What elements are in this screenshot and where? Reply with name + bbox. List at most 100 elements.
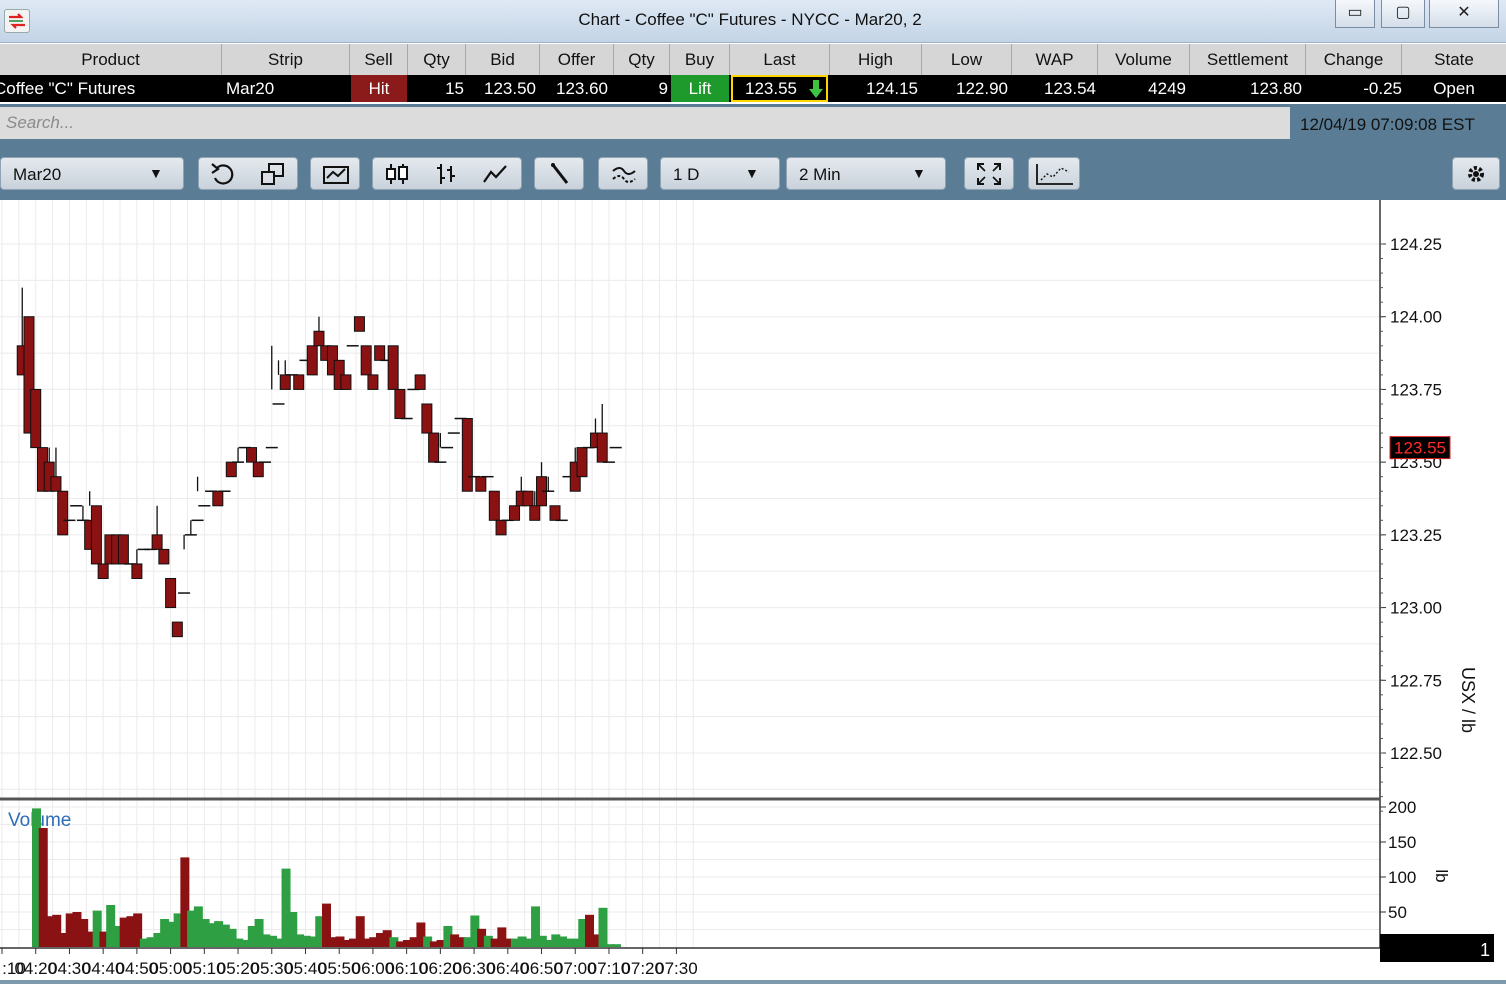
strip-select[interactable]: Mar20 ▼ (0, 157, 184, 190)
candle-down (225, 461, 237, 478)
down-arrow-icon (809, 80, 823, 98)
volume-axis-tick-label: 100 (1388, 868, 1416, 887)
state-cell: Open (1433, 79, 1475, 98)
search-input[interactable] (0, 107, 1290, 139)
price-chart[interactable]: 124.25124.00123.75123.50123.25123.00122.… (0, 200, 1506, 980)
column-last[interactable]: Last (730, 44, 830, 75)
column-wap[interactable]: WAP (1012, 44, 1098, 75)
period-select[interactable]: 1 D ▼ (660, 157, 780, 190)
column-sell[interactable]: Sell (350, 44, 408, 75)
candle-down (293, 374, 305, 390)
volume-bar (598, 907, 608, 947)
candle-down (475, 476, 487, 492)
column-volume[interactable]: Volume (1098, 44, 1190, 75)
candle-down (313, 330, 325, 347)
ohlc-bar-icon[interactable] (433, 162, 459, 186)
interval-select-value: 2 Min (799, 165, 841, 184)
strip-cell: Mar20 (226, 79, 275, 98)
y-axis-tick-label: 123.00 (1390, 599, 1442, 618)
candle-down (306, 345, 318, 376)
candle-down (428, 432, 440, 463)
chart-toolbar: Mar20 ▼ 1 D ▼ 2 Min ▼ (0, 144, 1506, 200)
search-bar: 12/04/19 07:09:08 EST (0, 104, 1506, 144)
lift-button[interactable]: Lift (671, 75, 729, 102)
column-low[interactable]: Low (922, 44, 1012, 75)
candle-down (367, 374, 379, 390)
column-strip[interactable]: Strip (222, 44, 350, 75)
volume-axis-tick-label: 50 (1388, 903, 1407, 922)
column-bid[interactable]: Bid (466, 44, 540, 75)
candle-down (279, 374, 291, 390)
quote-board-header: Product Strip Sell Qty Bid Offer Qty Buy… (0, 44, 1506, 76)
candle-down (509, 505, 521, 521)
close-icon: ✕ (1457, 4, 1471, 21)
column-buy[interactable]: Buy (670, 44, 730, 75)
interval-select[interactable]: 2 Min ▼ (786, 157, 946, 190)
draw-line-button[interactable] (534, 157, 584, 190)
settings-gear-icon (1468, 166, 1484, 182)
column-offer-qty[interactable]: Qty (614, 44, 670, 75)
strip-select-value: Mar20 (13, 165, 62, 184)
settlement-cell: 123.80 (1250, 79, 1302, 98)
candle-down (246, 447, 258, 463)
hit-button[interactable]: Hit (351, 75, 407, 102)
chart-style-button[interactable] (310, 157, 360, 190)
candle-down (340, 374, 352, 390)
wap-cell: 123.54 (1044, 79, 1096, 98)
column-change[interactable]: Change (1306, 44, 1402, 75)
candle-down (171, 621, 183, 638)
column-state[interactable]: State (1402, 44, 1506, 75)
volume-value-box (1380, 934, 1494, 962)
indicator-icon (612, 167, 636, 183)
candle-down (90, 505, 102, 565)
candlestick-icon[interactable] (385, 162, 411, 186)
study-button[interactable] (1028, 157, 1080, 190)
indicator-button[interactable] (598, 157, 648, 190)
y-axis-tick-label: 124.25 (1390, 235, 1442, 254)
line-chart-icon[interactable] (481, 162, 509, 186)
high-cell: 124.15 (866, 79, 918, 98)
minimize-icon: ▭ (1347, 4, 1363, 21)
candle-down (414, 374, 426, 390)
undo-icon[interactable] (209, 162, 237, 186)
maximize-button[interactable]: ▢ (1381, 0, 1425, 28)
expand-button[interactable] (964, 157, 1014, 190)
candle-down (549, 505, 561, 521)
period-select-value: 1 D (673, 165, 700, 184)
column-product[interactable]: Product (0, 44, 222, 75)
close-button[interactable]: ✕ (1429, 0, 1499, 28)
chevron-down-icon: ▼ (149, 165, 163, 181)
candle-down (252, 461, 264, 478)
candle-down (50, 476, 62, 492)
change-cell: -0.25 (1363, 79, 1402, 98)
window-titlebar[interactable]: Chart - Coffee "C" Futures - NYCC - Mar2… (0, 0, 1506, 43)
candle-down (461, 418, 473, 492)
candle-down (212, 490, 224, 507)
volume-axis-label: lb (1432, 869, 1451, 882)
offer-cell[interactable]: 123.60 (540, 75, 608, 102)
clock: 12/04/19 07:09:08 EST (1300, 115, 1475, 134)
column-offer[interactable]: Offer (540, 44, 614, 75)
last-price-label: 123.55 (1394, 439, 1446, 458)
minimize-button[interactable]: ▭ (1335, 0, 1375, 28)
column-settlement[interactable]: Settlement (1190, 44, 1306, 75)
x-axis-tick-label: 07:30 (655, 959, 698, 978)
chart-type-group (372, 157, 522, 190)
candle-down (495, 519, 507, 536)
volume-cell: 4249 (1148, 79, 1186, 98)
study-icon (1036, 164, 1073, 185)
candle-down (353, 316, 365, 332)
column-bid-qty[interactable]: Qty (408, 44, 466, 75)
candle-down (529, 505, 541, 521)
settings-button[interactable] (1452, 157, 1500, 190)
quote-row[interactable]: Coffee "C" Futures Mar20 Hit 15 123.50 1… (0, 75, 1506, 102)
bid-cell[interactable]: 123.50 (466, 75, 536, 102)
chevron-down-icon: ▼ (745, 165, 759, 181)
candle-down (30, 388, 42, 449)
window-title: Chart - Coffee "C" Futures - NYCC - Mar2… (578, 10, 922, 29)
candle-down (488, 490, 500, 521)
candle-down (97, 563, 109, 579)
copy-window-icon[interactable] (259, 162, 287, 186)
column-high[interactable]: High (830, 44, 922, 75)
undo-copy-group (198, 157, 298, 190)
